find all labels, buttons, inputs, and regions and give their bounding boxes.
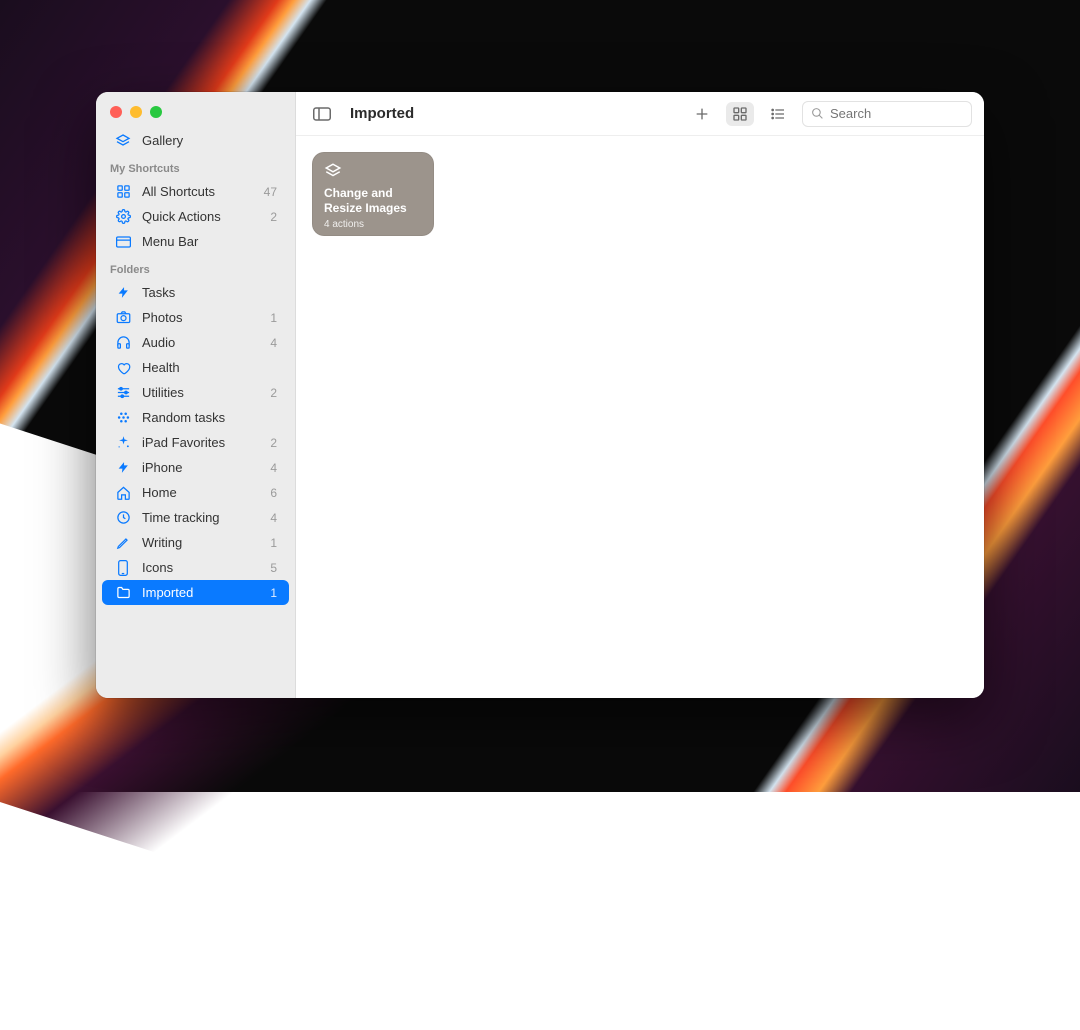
section-folders: Folders: [96, 254, 295, 280]
search-input[interactable]: [830, 106, 963, 121]
sidebar-item-count: 2: [270, 210, 277, 224]
shortcut-tile[interactable]: Change and Resize Images 4 actions: [312, 152, 434, 236]
section-my-shortcuts: My Shortcuts: [96, 153, 295, 179]
gear-icon: [114, 209, 132, 224]
sidebar-item-label: All Shortcuts: [142, 184, 254, 199]
sidebar-item-time-tracking[interactable]: Time tracking 4: [102, 505, 289, 530]
page-title: Imported: [350, 105, 414, 122]
dots-icon: [114, 410, 132, 425]
clock-icon: [114, 510, 132, 525]
sidebar-item-label: Utilities: [142, 385, 260, 400]
sidebar-item-count: 47: [264, 185, 277, 199]
sidebar-item-count: 4: [270, 461, 277, 475]
bolt-icon: [114, 285, 132, 300]
sidebar-item-tasks[interactable]: Tasks: [102, 280, 289, 305]
sidebar-item-count: 1: [270, 536, 277, 550]
close-window-button[interactable]: [110, 106, 122, 118]
window-icon: [114, 236, 132, 248]
layers-icon: [324, 162, 422, 180]
sidebar-item-count: 2: [270, 386, 277, 400]
new-shortcut-button[interactable]: [688, 102, 716, 126]
sidebar-item-label: Writing: [142, 535, 260, 550]
sidebar-item-label: iPhone: [142, 460, 260, 475]
sidebar-item-gallery[interactable]: Gallery: [102, 128, 289, 153]
sidebar-item-all-shortcuts[interactable]: All Shortcuts 47: [102, 179, 289, 204]
grid-icon: [114, 184, 132, 199]
sparkle-icon: [114, 435, 132, 450]
sidebar-item-photos[interactable]: Photos 1: [102, 305, 289, 330]
folder-icon: [114, 586, 132, 599]
shortcut-title: Change and Resize Images: [324, 186, 422, 216]
bolt-icon: [114, 460, 132, 475]
list-view-button[interactable]: [764, 102, 792, 126]
sidebar-item-count: 4: [270, 336, 277, 350]
minimize-window-button[interactable]: [130, 106, 142, 118]
headphones-icon: [114, 335, 132, 350]
sidebar-item-count: 6: [270, 486, 277, 500]
sidebar-item-random-tasks[interactable]: Random tasks: [102, 405, 289, 430]
sidebar-item-label: Audio: [142, 335, 260, 350]
sidebar-item-label: Time tracking: [142, 510, 260, 525]
grid-view-button[interactable]: [726, 102, 754, 126]
search-field[interactable]: [802, 101, 972, 127]
sidebar-item-label: Gallery: [142, 133, 277, 148]
sidebar-item-iphone[interactable]: iPhone 4: [102, 455, 289, 480]
sidebar-item-label: Home: [142, 485, 260, 500]
sidebar-item-icons[interactable]: Icons 5: [102, 555, 289, 580]
sidebar-item-ipad-favorites[interactable]: iPad Favorites 2: [102, 430, 289, 455]
sidebar-item-label: Quick Actions: [142, 209, 260, 224]
sidebar-item-label: Icons: [142, 560, 260, 575]
phone-icon: [114, 560, 132, 576]
toolbar: Imported: [296, 92, 984, 136]
sidebar-item-count: 1: [270, 586, 277, 600]
pencil-icon: [114, 536, 132, 550]
sidebar-item-label: Health: [142, 360, 267, 375]
search-icon: [811, 107, 824, 120]
sidebar-item-label: Imported: [142, 585, 260, 600]
sidebar-item-audio[interactable]: Audio 4: [102, 330, 289, 355]
camera-icon: [114, 311, 132, 324]
sidebar-item-home[interactable]: Home 6: [102, 480, 289, 505]
sidebar-item-quick-actions[interactable]: Quick Actions 2: [102, 204, 289, 229]
window-controls: [96, 102, 295, 128]
sliders-icon: [114, 386, 132, 399]
layers-icon: [114, 133, 132, 149]
sidebar-item-count: 1: [270, 311, 277, 325]
sidebar-item-label: Menu Bar: [142, 234, 267, 249]
sidebar-item-label: Photos: [142, 310, 260, 325]
sidebar-item-imported[interactable]: Imported 1: [102, 580, 289, 605]
sidebar-item-menu-bar[interactable]: Menu Bar: [102, 229, 289, 254]
toggle-sidebar-button[interactable]: [308, 102, 336, 126]
sidebar-item-utilities[interactable]: Utilities 2: [102, 380, 289, 405]
sidebar-item-label: Tasks: [142, 285, 267, 300]
sidebar-item-health[interactable]: Health: [102, 355, 289, 380]
sidebar-item-count: 4: [270, 511, 277, 525]
sidebar-item-count: 2: [270, 436, 277, 450]
shortcut-subtitle: 4 actions: [324, 219, 422, 230]
content-area: Change and Resize Images 4 actions: [296, 136, 984, 698]
sidebar-item-label: iPad Favorites: [142, 435, 260, 450]
sidebar-item-writing[interactable]: Writing 1: [102, 530, 289, 555]
home-icon: [114, 486, 132, 500]
main-pane: Imported Change a: [296, 92, 984, 698]
sidebar-item-label: Random tasks: [142, 410, 267, 425]
shortcuts-window: Gallery My Shortcuts All Shortcuts 47 Quic…: [96, 92, 984, 698]
heart-icon: [114, 361, 132, 375]
sidebar-item-count: 5: [270, 561, 277, 575]
zoom-window-button[interactable]: [150, 106, 162, 118]
sidebar: Gallery My Shortcuts All Shortcuts 47 Quic…: [96, 92, 296, 698]
